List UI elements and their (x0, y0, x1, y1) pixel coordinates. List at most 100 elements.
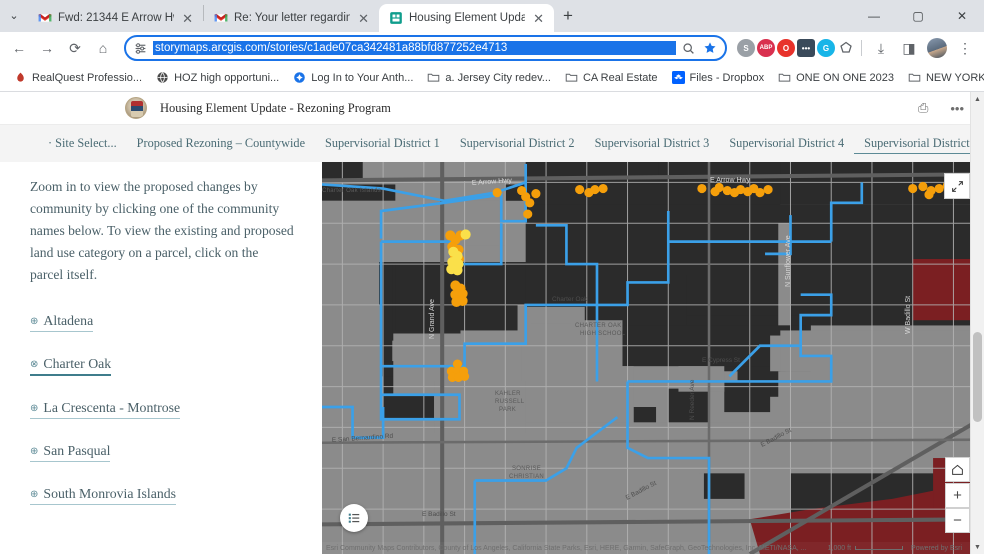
bookmark-folder-jersey-city[interactable]: a. Jersey City redev... (421, 68, 557, 87)
nav-item-supervisorial-district-2[interactable]: Supervisorial District 2 (450, 133, 585, 154)
map-attribution: Esri Community Maps Contributors, County… (322, 542, 984, 554)
nav-item-supervisorial-district-3[interactable]: Supervisorial District 3 (585, 133, 720, 154)
maximize-button[interactable]: ▢ (896, 9, 940, 23)
tab-strip: ⌄ Fwd: 21344 E Arrow Hwy, Covin ✕ Re: (0, 0, 984, 32)
nav-item-proposed-rezoning-countywide[interactable]: Proposed Rezoning – Countywide (127, 133, 315, 154)
scale-label: 1,000 ft (827, 544, 852, 552)
anthem-icon (294, 72, 306, 83)
la-county-seal-icon (125, 97, 147, 119)
browser-tab-2[interactable]: Re: Your letter regarding 21344 ✕ (204, 4, 379, 32)
community-label: La Crescenta - Montrose (43, 400, 181, 416)
zoom-out-button[interactable]: − (945, 508, 970, 533)
browser-tab-1[interactable]: Fwd: 21344 E Arrow Hwy, Covin ✕ (28, 4, 203, 32)
community-link-altadena[interactable]: ⊕ Altadena (30, 313, 94, 333)
opera-vpn-icon[interactable]: O (777, 39, 795, 57)
storymap-page: Housing Element Update - Rezoning Progra… (0, 92, 984, 554)
nav-item-site-selection[interactable]: · Site Select... (38, 133, 127, 154)
home-button[interactable]: ⌂ (90, 35, 116, 61)
scale-bar-graphic (855, 546, 904, 550)
map-canvas[interactable] (322, 162, 984, 554)
browser-tab-3-active[interactable]: Housing Element Update - Rezo ✕ (379, 4, 554, 32)
bookmarks-bar: RealQuest Professio... HOZ high opportun… (0, 64, 984, 92)
scroll-up-arrow[interactable]: ▲ (971, 92, 984, 106)
nav-item-supervisorial-district-5[interactable]: Supervisorial District 5 (854, 133, 984, 154)
tab-title: Housing Element Update - Rezo (409, 12, 526, 24)
bookmark-label: CA Real Estate (582, 71, 658, 84)
tab-close-icon[interactable]: ✕ (356, 12, 371, 25)
bookmark-folder-one-on-one[interactable]: ONE ON ONE 2023 (772, 68, 900, 87)
bookmark-label: NEW YORK BROKERS (925, 71, 984, 84)
home-icon[interactable] (945, 457, 970, 482)
plus-circle-icon: ⊕ (30, 489, 39, 501)
adblock-plus-icon[interactable]: ABP (757, 39, 775, 57)
bookmark-dropbox[interactable]: Files - Dropbox (666, 68, 771, 87)
bookmark-hoz[interactable]: HOZ high opportuni... (150, 68, 285, 87)
side-panel-icon[interactable]: ◨ (896, 35, 922, 61)
tab-close-icon[interactable]: ✕ (180, 12, 195, 25)
globe-icon (157, 72, 168, 83)
user-avatar[interactable] (924, 35, 950, 61)
community-list: ⊕ Altadena ⊗ Charter Oak ⊕ La Crescenta … (30, 312, 294, 528)
legend-icon[interactable] (340, 504, 368, 532)
extensions-row: S ABP O ••• G ⬠ (735, 39, 855, 57)
extensions-puzzle-icon[interactable]: ⬠ (837, 39, 855, 57)
community-label: Charter Oak (43, 356, 112, 372)
new-tab-button[interactable]: + (554, 2, 582, 30)
star-icon-filled[interactable] (703, 41, 717, 55)
forward-button[interactable]: → (34, 35, 60, 61)
bookmark-folder-ca-real-estate[interactable]: CA Real Estate (559, 68, 664, 87)
bookmark-anthem[interactable]: Log In to Your Anth... (287, 68, 419, 87)
bookmark-label: a. Jersey City redev... (445, 71, 551, 84)
minimize-button[interactable]: — (852, 9, 896, 23)
bookmark-label: RealQuest Professio... (32, 71, 143, 84)
community-link-charter-oak[interactable]: ⊗ Charter Oak (30, 356, 112, 377)
bookmark-folder-new-york-brokers[interactable]: NEW YORK BROKERS (902, 68, 984, 87)
folder-icon (908, 73, 921, 82)
three-dot-menu-icon[interactable]: ⋮ (952, 35, 978, 61)
page-scrollbar[interactable]: ▲ ▼ (970, 92, 984, 554)
community-link-south-monrovia-islands[interactable]: ⊕ South Monrovia Islands (30, 486, 176, 506)
narrative-panel: Zoom in to view the proposed changes by … (0, 162, 322, 554)
share-icon[interactable]: ⎙ (918, 100, 928, 116)
plus-circle-icon: ⊕ (30, 446, 39, 458)
close-window-button[interactable]: ✕ (940, 9, 984, 23)
tab-title: Re: Your letter regarding 21344 (234, 12, 351, 24)
search-icon[interactable] (682, 42, 695, 55)
back-button[interactable]: ← (6, 35, 32, 61)
bookmark-label: Files - Dropbox (689, 71, 765, 84)
zoom-in-button[interactable]: + (945, 483, 970, 508)
dark-reader-icon[interactable]: ••• (797, 39, 815, 57)
community-label: South Monrovia Islands (43, 486, 176, 502)
community-link-la-crescenta-montrose[interactable]: ⊕ La Crescenta - Montrose (30, 400, 181, 420)
tab-search-button[interactable]: ⌄ (0, 0, 28, 32)
dropbox-icon (671, 71, 685, 84)
address-bar[interactable]: storymaps.arcgis.com/stories/c1ade07ca34… (124, 35, 727, 61)
plus-circle-icon: ⊕ (30, 316, 39, 328)
bookmark-realquest[interactable]: RealQuest Professio... (8, 68, 148, 87)
url-text[interactable]: storymaps.arcgis.com/stories/c1ade07ca34… (153, 41, 676, 55)
scroll-down-arrow[interactable]: ▼ (971, 540, 984, 554)
page-settings-icon[interactable] (134, 42, 147, 55)
chevron-down-icon: ⌄ (9, 9, 19, 22)
realquest-icon (17, 72, 24, 82)
attribution-text: Esri Community Maps Contributors, County… (326, 544, 807, 552)
skype-extension-icon[interactable]: S (737, 39, 755, 57)
download-icon[interactable]: ⤓ (868, 35, 894, 61)
browser-window: ⌄ Fwd: 21344 E Arrow Hwy, Covin ✕ Re: (0, 0, 984, 554)
bookmark-label: ONE ON ONE 2023 (796, 71, 894, 84)
expand-icon[interactable] (944, 173, 970, 199)
window-controls: — ▢ ✕ (852, 0, 984, 32)
community-link-san-pasqual[interactable]: ⊕ San Pasqual (30, 443, 111, 463)
nav-item-supervisorial-district-1[interactable]: Supervisorial District 1 (315, 133, 450, 154)
reload-button[interactable]: ⟳ (62, 35, 88, 61)
grammarly-icon[interactable]: G (817, 39, 835, 57)
storymap-title: Housing Element Update - Rezoning Progra… (160, 100, 391, 115)
folder-icon (565, 73, 578, 82)
tab-close-icon[interactable]: ✕ (531, 12, 546, 25)
scrollbar-thumb[interactable] (973, 332, 982, 422)
nav-item-supervisorial-district-4[interactable]: Supervisorial District 4 (719, 133, 854, 154)
more-options-icon[interactable]: ••• (950, 101, 964, 116)
map-viewport[interactable]: E Arrow Hwy E Arrow Hwy Charter Oak Isla… (322, 162, 984, 554)
map-graphics[interactable] (322, 162, 984, 554)
community-label: Altadena (43, 313, 94, 329)
